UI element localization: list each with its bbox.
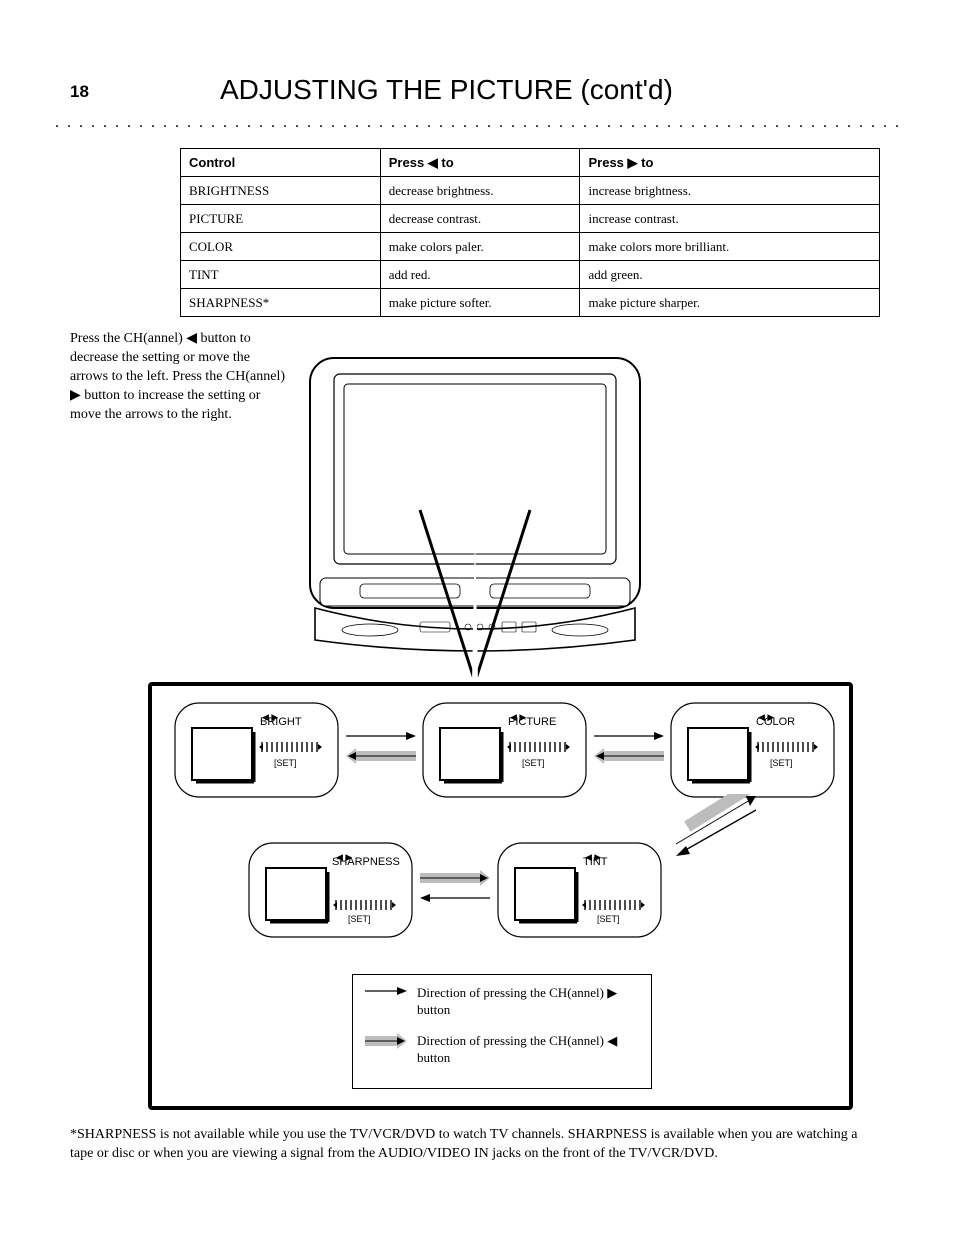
cell: decrease contrast. [380,205,580,233]
mini-screen-picture: PICTURE ◀ ▶ [SET] [422,702,587,798]
legend-box: Direction of pressing the CH(annel) ▶ bu… [352,974,652,1089]
table-row: BRIGHTNESS decrease brightness. increase… [181,177,880,205]
table-row: TINT add red. add green. [181,261,880,289]
mini-picture-arrows: ◀ ▶ [510,712,526,723]
mini-bright-arrows: ◀ ▶ [262,712,278,723]
mini-screen-tint: TINT ◀ ▶ [SET] [497,842,662,938]
arrow-right-gray-icon [420,870,490,886]
mini-screen-sharp: SHARPNESS ◀ ▶ [SET] [248,842,413,938]
mini-picture-set: [SET] [522,758,545,768]
mini-bright-set: [SET] [274,758,297,768]
controls-table: Control Press ◀ to Press ▶ to BRIGHTNESS… [180,148,880,317]
arrow-right-icon [594,730,664,742]
legend-white-text: Direction of pressing the CH(annel) ▶ bu… [417,985,639,1019]
cell: make colors paler. [380,233,580,261]
arrow-right-icon [365,985,407,997]
cell: TINT [181,261,381,289]
cell: make colors more brilliant. [580,233,880,261]
arrow-diag-icon [662,794,772,864]
tv-illustration [300,350,650,685]
page-number: 18 [70,82,89,102]
mini-screen-bright: BRIGHT ◀ ▶ [SET] [174,702,339,798]
arrow-left-gray-icon [346,748,416,764]
cell: increase contrast. [580,205,880,233]
page-title: ADJUSTING THE PICTURE (cont'd) [220,74,673,106]
divider-dots: . . . . . . . . . . . . . . . . . . . . … [55,114,899,132]
instructions-text: Press the CH(annel) ◀ button to decrease… [70,330,290,424]
arrow-left-gray-icon [594,748,664,764]
mini-tint-set: [SET] [597,914,620,924]
footnote: *SHARPNESS is not available while you us… [70,1126,884,1164]
callout-panel: BRIGHT ◀ ▶ [SET] PICTURE ◀ ▶ [SET] [148,682,853,1110]
table-row: SHARPNESS* make picture softer. make pic… [181,289,880,317]
mini-sharp-arrows: ◀ ▶ [336,852,352,863]
mini-color-set: [SET] [770,758,793,768]
cell: BRIGHTNESS [181,177,381,205]
th-control: Control [181,149,381,177]
cell: COLOR [181,233,381,261]
cell: make picture sharper. [580,289,880,317]
table-row: PICTURE decrease contrast. increase cont… [181,205,880,233]
mini-tint-arrows: ◀ ▶ [585,852,601,863]
cell: increase brightness. [580,177,880,205]
cell: add green. [580,261,880,289]
cell: make picture softer. [380,289,580,317]
cell: add red. [380,261,580,289]
th-right: Press ▶ to [580,149,880,177]
cell: SHARPNESS* [181,289,381,317]
cell: decrease brightness. [380,177,580,205]
arrow-right-icon [346,730,416,742]
mini-screen-color: COLOR ◀ ▶ [SET] [670,702,835,798]
arrow-right-gray-icon [365,1033,407,1049]
mini-color-arrows: ◀ ▶ [758,712,774,723]
table-row: COLOR make colors paler. make colors mor… [181,233,880,261]
legend-gray-text: Direction of pressing the CH(annel) ◀ bu… [417,1033,639,1067]
th-left: Press ◀ to [380,149,580,177]
mini-sharp-set: [SET] [348,914,371,924]
arrow-left-icon [420,892,490,904]
cell: PICTURE [181,205,381,233]
